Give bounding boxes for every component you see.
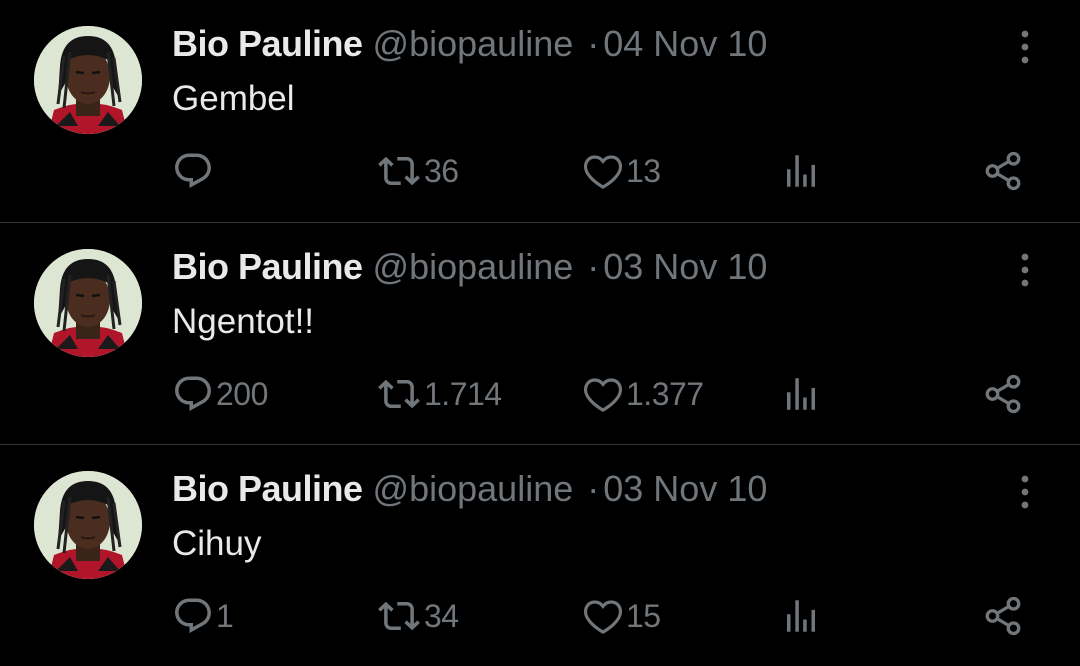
tweet-header: Bio Pauline @biopauline · 03 Nov 10 xyxy=(172,245,767,289)
share-button[interactable] xyxy=(982,593,1024,639)
retweet-button[interactable]: 34 xyxy=(376,593,459,639)
retweet-icon xyxy=(378,156,420,186)
avatar-image xyxy=(34,249,142,357)
retweet-button[interactable]: 36 xyxy=(376,148,459,194)
more-options-button[interactable] xyxy=(1008,28,1042,66)
share-icon xyxy=(985,151,1021,191)
reply-icon xyxy=(175,598,211,633)
like-count: 15 xyxy=(626,597,661,634)
handle[interactable]: @biopauline xyxy=(373,23,574,64)
tweet[interactable]: Bio Pauline @biopauline · 03 Nov 10 Ngent… xyxy=(0,222,1080,444)
views-button[interactable] xyxy=(780,371,822,417)
tweet-header: Bio Pauline @biopauline · 03 Nov 10 xyxy=(172,467,767,511)
heart-icon xyxy=(583,378,623,412)
handle[interactable]: @biopauline xyxy=(373,246,574,287)
reply-count: 200 xyxy=(216,375,268,412)
handle[interactable]: @biopauline xyxy=(373,468,574,509)
like-button[interactable]: 15 xyxy=(582,593,661,639)
avatar[interactable] xyxy=(34,249,142,357)
views-button[interactable] xyxy=(780,593,822,639)
more-options-button[interactable] xyxy=(1008,473,1042,511)
reply-button[interactable] xyxy=(172,148,216,194)
retweet-button[interactable]: 1.714 xyxy=(376,371,502,417)
views-icon xyxy=(787,155,815,187)
views-icon xyxy=(787,600,815,632)
action-bar: 200 1.714 1.377 xyxy=(172,371,1032,417)
reply-icon xyxy=(175,153,211,188)
tweet-text: Ngentot!! xyxy=(172,302,315,341)
like-button[interactable]: 13 xyxy=(582,148,661,194)
heart-icon xyxy=(583,600,623,634)
tweet[interactable]: Bio Pauline @biopauline · 03 Nov 10 Cihuy… xyxy=(0,444,1080,666)
more-options-icon xyxy=(1021,253,1029,287)
like-button[interactable]: 1.377 xyxy=(582,371,704,417)
retweet-count: 36 xyxy=(424,152,459,189)
tweet-feed: Bio Pauline @biopauline · 04 Nov 10 Gembe… xyxy=(0,0,1080,649)
display-name[interactable]: Bio Pauline xyxy=(172,23,363,64)
display-name[interactable]: Bio Pauline xyxy=(172,468,363,509)
timestamp[interactable]: 03 Nov 10 xyxy=(603,246,767,287)
like-count: 1.377 xyxy=(626,375,704,412)
heart-icon xyxy=(583,155,623,189)
avatar[interactable] xyxy=(34,471,142,579)
share-button[interactable] xyxy=(982,371,1024,417)
action-bar: 1 34 15 xyxy=(172,593,1032,639)
separator: · xyxy=(587,246,600,287)
like-count: 13 xyxy=(626,152,661,189)
retweet-icon xyxy=(378,379,420,409)
reply-button[interactable]: 1 xyxy=(172,593,234,639)
tweet-text: Cihuy xyxy=(172,524,262,563)
timestamp[interactable]: 04 Nov 10 xyxy=(603,23,767,64)
more-options-icon xyxy=(1021,475,1029,509)
avatar[interactable] xyxy=(34,26,142,134)
retweet-icon xyxy=(378,601,420,631)
views-icon xyxy=(787,378,815,410)
timestamp[interactable]: 03 Nov 10 xyxy=(603,468,767,509)
reply-button[interactable]: 200 xyxy=(172,371,268,417)
views-button[interactable] xyxy=(780,148,822,194)
display-name[interactable]: Bio Pauline xyxy=(172,246,363,287)
share-icon xyxy=(985,596,1021,636)
separator: · xyxy=(587,468,600,509)
more-options-icon xyxy=(1021,30,1029,64)
more-options-button[interactable] xyxy=(1008,251,1042,289)
share-button[interactable] xyxy=(982,148,1024,194)
tweet-text: Gembel xyxy=(172,79,295,118)
avatar-image xyxy=(34,471,142,579)
retweet-count: 1.714 xyxy=(424,375,502,412)
separator: · xyxy=(587,23,600,64)
tweet-header: Bio Pauline @biopauline · 04 Nov 10 xyxy=(172,22,767,66)
action-bar: 36 13 xyxy=(172,148,1032,194)
share-icon xyxy=(985,374,1021,414)
tweet[interactable]: Bio Pauline @biopauline · 04 Nov 10 Gembe… xyxy=(0,0,1080,222)
avatar-image xyxy=(34,26,142,134)
retweet-count: 34 xyxy=(424,597,459,634)
reply-icon xyxy=(175,376,211,411)
reply-count: 1 xyxy=(216,597,234,634)
